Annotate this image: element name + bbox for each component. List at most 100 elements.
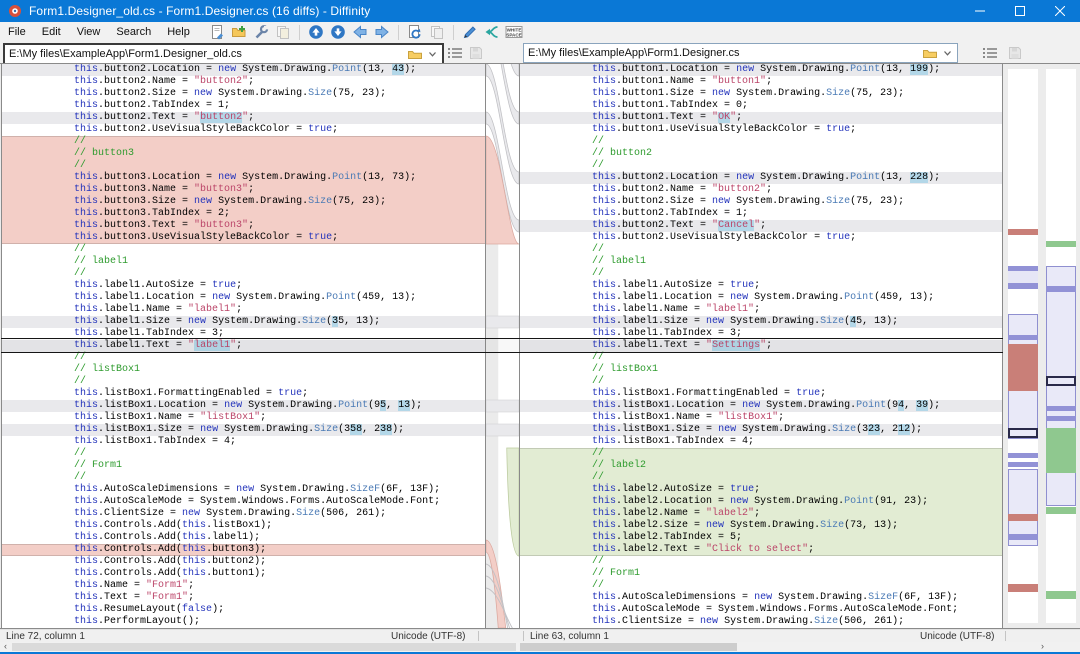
chevron-down-icon[interactable] [428,51,437,58]
left-path-input[interactable] [5,45,408,63]
code-line[interactable]: // [520,352,1002,364]
code-line[interactable]: this.listBox1.TabIndex = 4; [520,436,1002,448]
left-save-icon[interactable] [467,44,485,61]
copy-to-right-icon[interactable] [372,23,392,41]
new-session-icon[interactable] [229,23,249,41]
code-line[interactable]: this.button3.Text = "button3"; [2,220,485,232]
left-h-scrollbar-thumb[interactable] [12,643,516,651]
code-line[interactable]: this.button1.UseVisualStyleBackColor = t… [520,124,1002,136]
code-line[interactable]: // [2,136,485,148]
code-line[interactable]: // listBox1 [520,364,1002,376]
code-line[interactable]: this.AutoScaleDimensions = new System.Dr… [2,484,485,496]
code-line[interactable]: this.button2.Name = "button2"; [2,76,485,88]
code-line[interactable]: this.button2.Size = new System.Drawing.S… [2,88,485,100]
code-line[interactable]: // [2,352,485,364]
left-session-list-icon[interactable] [446,44,464,61]
code-line[interactable]: this.label1.TabIndex = 3; [520,328,1002,340]
previous-diff-icon[interactable] [306,23,326,41]
maximize-button[interactable] [1000,0,1040,22]
code-line[interactable]: // label1 [2,256,485,268]
copy-icon[interactable] [273,23,293,41]
code-line[interactable]: this.Controls.Add(this.listBox1); [2,520,485,532]
code-line[interactable]: // [520,556,1002,568]
code-line[interactable]: this.button3.Size = new System.Drawing.S… [2,196,485,208]
code-line[interactable]: this.label1.Name = "label1"; [520,304,1002,316]
left-overview-bar[interactable] [1008,69,1038,623]
close-button[interactable] [1040,0,1080,22]
code-line[interactable]: // [520,448,1002,460]
code-line[interactable]: this.listBox1.Name = "listBox1"; [520,412,1002,424]
menu-view[interactable]: View [69,23,109,41]
code-line[interactable]: // [2,244,485,256]
menu-help[interactable]: Help [159,23,198,41]
code-line[interactable]: this.button2.Location = new System.Drawi… [2,64,485,76]
code-line[interactable]: // [2,472,485,484]
right-session-list-icon[interactable] [981,44,999,61]
code-line[interactable]: this.button2.Name = "button2"; [520,184,1002,196]
code-line[interactable]: this.button3.TabIndex = 2; [2,208,485,220]
code-line[interactable]: this.Name = "Form1"; [2,580,485,592]
code-line[interactable]: this.label1.Location = new System.Drawin… [2,292,485,304]
code-line[interactable]: this.Controls.Add(this.button1); [2,568,485,580]
menu-file[interactable]: File [0,23,34,41]
minimize-button[interactable] [960,0,1000,22]
code-line[interactable]: this.ResumeLayout(false); [2,604,485,616]
code-line[interactable]: this.listBox1.FormattingEnabled = true; [2,388,485,400]
right-code-pane[interactable]: this.button1.Location = new System.Drawi… [519,64,1003,628]
code-line[interactable]: // listBox1 [2,364,485,376]
code-line[interactable]: // button3 [2,148,485,160]
code-line[interactable]: // [2,268,485,280]
folder-icon[interactable] [923,47,937,59]
code-line[interactable]: this.PerformLayout(); [2,616,485,628]
code-line[interactable]: this.button2.UseVisualStyleBackColor = t… [2,124,485,136]
code-line[interactable]: // [2,160,485,172]
code-line[interactable]: this.listBox1.Location = new System.Draw… [2,400,485,412]
right-save-icon[interactable] [1006,44,1024,61]
copy-file-icon[interactable] [427,23,447,41]
code-line[interactable]: this.ClientSize = new System.Drawing.Siz… [2,508,485,520]
diff-merge-icon[interactable] [482,23,502,41]
code-line[interactable]: this.listBox1.Size = new System.Drawing.… [520,424,1002,436]
copy-to-left-icon[interactable] [350,23,370,41]
code-line[interactable]: this.label1.TabIndex = 3; [2,328,485,340]
code-line[interactable]: this.listBox1.Size = new System.Drawing.… [2,424,485,436]
code-line[interactable]: // Form1 [2,460,485,472]
code-line[interactable]: this.listBox1.Name = "listBox1"; [2,412,485,424]
code-line[interactable]: this.button2.Size = new System.Drawing.S… [520,196,1002,208]
code-line[interactable]: this.label1.Name = "label1"; [2,304,485,316]
code-line[interactable]: // [2,448,485,460]
code-line[interactable]: this.AutoScaleMode = System.Windows.Form… [520,604,1002,616]
right-h-scrollbar-thumb[interactable] [520,643,737,651]
code-line[interactable]: this.button2.TabIndex = 1; [2,100,485,112]
left-path-combobox[interactable] [3,43,444,65]
code-line[interactable]: this.button3.UseVisualStyleBackColor = t… [2,232,485,244]
code-line[interactable]: // button2 [520,148,1002,160]
left-code-pane[interactable]: this.button2.Location = new System.Drawi… [1,64,486,628]
code-line[interactable]: // [520,376,1002,388]
right-path-input[interactable] [524,44,923,62]
menu-search[interactable]: Search [108,23,159,41]
code-line[interactable]: this.button1.TabIndex = 0; [520,100,1002,112]
code-line[interactable]: this.label1.Size = new System.Drawing.Si… [520,316,1002,328]
code-line[interactable]: this.button2.Location = new System.Drawi… [520,172,1002,184]
code-line[interactable]: this.label2.Name = "label2"; [520,508,1002,520]
right-path-combobox[interactable] [523,43,958,63]
code-line[interactable]: this.button1.Size = new System.Drawing.S… [520,88,1002,100]
code-line[interactable]: this.label2.Text = "Click to select"; [520,544,1002,556]
code-line[interactable]: this.button2.TabIndex = 1; [520,208,1002,220]
left-scroll-left-arrow[interactable]: ‹ [0,641,11,651]
code-line[interactable]: this.label2.Location = new System.Drawin… [520,496,1002,508]
edit-mode-pencil-icon[interactable] [460,23,480,41]
menu-edit[interactable]: Edit [34,23,69,41]
code-line[interactable]: // [520,136,1002,148]
code-line[interactable]: // [2,376,485,388]
code-line[interactable]: // label1 [520,256,1002,268]
right-overview-bar[interactable] [1046,69,1076,623]
whitespace-toggle-icon[interactable]: WHITE SPACE [504,23,524,41]
code-line[interactable]: // Form1 [520,568,1002,580]
code-line[interactable]: this.Controls.Add(this.button3); [2,544,485,556]
code-line[interactable]: this.listBox1.FormattingEnabled = true; [520,388,1002,400]
next-diff-icon[interactable] [328,23,348,41]
code-line[interactable]: this.label1.AutoSize = true; [520,280,1002,292]
folder-icon[interactable] [408,48,422,60]
